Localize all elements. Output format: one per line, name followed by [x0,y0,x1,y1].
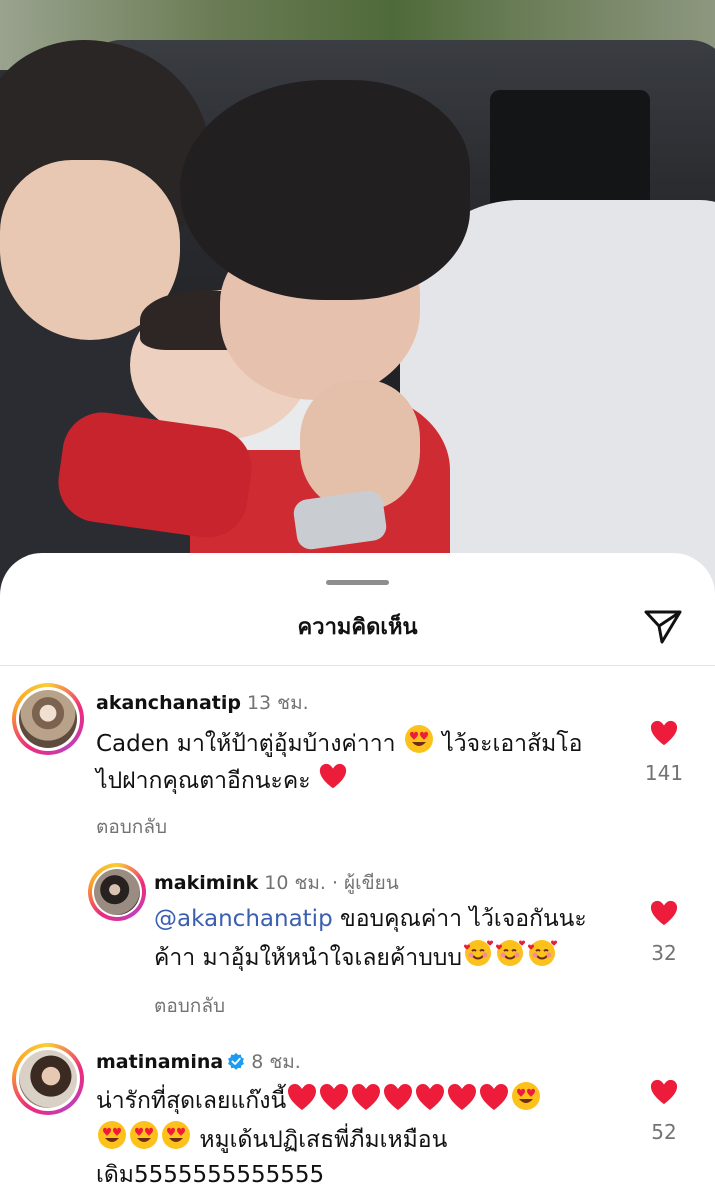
post-photo [0,0,715,600]
sheet-drag-handle[interactable] [326,580,389,585]
username-text[interactable]: matinamina [96,1051,223,1073]
comment-text: น่ารักที่สุดเลยแก๊งนี้ หมูเด้นปฏิเสธพี่ภ… [96,1080,616,1193]
red-heart-icon [352,1084,381,1110]
avatar-makimink[interactable] [88,863,146,921]
comment-time: 10 ชม. [264,872,326,894]
comment-username[interactable]: matinamina 8 ชม. [96,1047,301,1077]
comments-sheet: ความคิดเห็น akanchanatip 13 ชม. Caden มาใ… [0,553,715,1200]
comment-username[interactable]: akanchanatip 13 ชม. [96,688,309,718]
heart-filled-icon[interactable] [649,899,679,927]
verified-badge-icon [228,1052,245,1070]
smiling-face-with-hearts-icon [528,940,558,966]
comment-text-line: ไว้จะเอาส้มโอ [442,731,583,757]
comment-text-line: ไปฝากคุณตาอีกนะคะ [96,768,311,794]
username-text[interactable]: makimink [154,872,258,894]
avatar-akanchanatip[interactable] [12,683,84,755]
sheet-divider [0,665,715,666]
smiling-face-heart-eyes-icon [512,1082,541,1110]
share-send-icon[interactable] [641,603,685,647]
smiling-face-heart-eyes-icon [130,1121,158,1149]
smiling-face-with-hearts-icon [496,940,526,966]
red-heart-icon [288,1084,317,1110]
comment-text-line: ค้าา มาอุ้มให้หนำใจเลยค้าบบบ [154,945,463,971]
heart-filled-icon[interactable] [649,1078,679,1106]
like-count: 32 [651,941,677,965]
avatar-matinamina[interactable] [12,1043,84,1115]
sheet-title: ความคิดเห็น [297,615,418,640]
heart-filled-icon[interactable] [649,719,679,747]
reply-button[interactable]: ตอบกลับ [96,812,167,842]
author-tag: · ผู้เขียน [331,872,399,894]
like-count: 141 [644,761,684,785]
photo-person-right-hair [180,80,470,300]
smiling-face-heart-eyes-icon [98,1121,126,1149]
comment-time: 13 ชม. [246,692,309,714]
photo-hand [300,380,420,510]
smiling-face-heart-eyes-icon [404,725,433,753]
comment-text-line: เดิม5555555555555 [96,1162,325,1188]
comment-text-line: ขอบคุณค่าา ไว้เจอกันนะ [340,906,587,932]
reply-button[interactable]: ตอบกลับ [154,991,225,1021]
red-heart-icon [384,1084,413,1110]
comment-text-line: น่ารักที่สุดเลยแก๊งนี้ [96,1088,287,1114]
red-heart-icon [320,1084,349,1110]
like-button[interactable]: 52 [634,1078,694,1144]
smiling-face-heart-eyes-icon [162,1121,190,1149]
like-button[interactable]: 32 [634,899,694,965]
username-text[interactable]: akanchanatip [96,692,241,714]
comment-text: @akanchanatip ขอบคุณค่าา ไว้เจอกันนะ ค้า… [154,902,624,976]
red-heart-icon [480,1084,509,1110]
smiling-face-with-hearts-icon [464,940,494,966]
comment-text-line: Caden มาให้ป้าตู่อุ้มบ้างค่าาา [96,731,396,757]
comment-time: 8 ชม. [251,1051,301,1073]
red-heart-icon [416,1084,445,1110]
red-heart-icon [448,1084,477,1110]
like-button[interactable]: 141 [634,719,694,785]
mention-link[interactable]: @akanchanatip [154,906,333,932]
red-heart-icon [319,763,347,789]
comment-text-line: หมูเด้นปฏิเสธพี่ภีมเหมือน [199,1127,448,1153]
comment-username[interactable]: makimink 10 ชม. · ผู้เขียน [154,868,399,898]
like-count: 52 [651,1120,677,1144]
comment-text: Caden มาให้ป้าตู่อุ้มบ้างค่าาา ไว้จะเอาส… [96,723,616,799]
